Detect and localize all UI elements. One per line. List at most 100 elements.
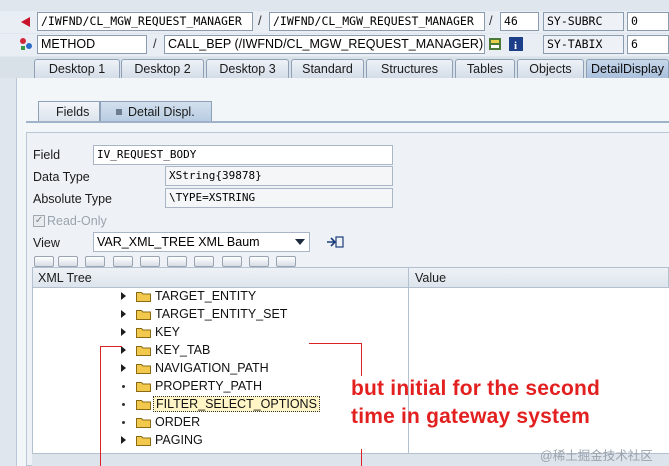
tree-node-label: FILTER_SELECT_OPTIONS: [153, 396, 320, 412]
tree-up-icon[interactable]: [167, 256, 187, 267]
expand-arrow-icon[interactable]: [121, 292, 126, 300]
tree-node-label: KEY: [155, 325, 181, 339]
tab-desktop-3[interactable]: Desktop 3: [206, 59, 289, 78]
tree-node[interactable]: KEY: [33, 324, 333, 342]
folder-icon: [136, 382, 151, 392]
variable-name-field[interactable]: SY-SUBRC: [543, 12, 624, 31]
info-icon[interactable]: i: [509, 37, 523, 52]
tree-node[interactable]: TARGET_ENTITY_SET: [33, 306, 333, 324]
annotation-frame-right: [361, 343, 362, 376]
annotation-frame-right-lower: [361, 449, 362, 466]
tab-standard[interactable]: Standard: [291, 59, 364, 78]
subtab-detail-label: Detail Displ.: [128, 105, 195, 119]
expand-arrow-icon[interactable]: [121, 310, 126, 318]
folder-icon: [136, 328, 151, 338]
annotation-frame-top-right: [309, 343, 361, 344]
tree-node-label: NAVIGATION_PATH: [155, 361, 269, 375]
variable-name-field-2[interactable]: SY-TABIX: [543, 35, 624, 54]
program-field[interactable]: /IWFND/CL_MGW_REQUEST_MANAGER: [37, 12, 253, 31]
expand-arrow-icon[interactable]: [121, 364, 126, 372]
value-column-header[interactable]: Value: [415, 271, 446, 285]
expand-arrow-icon[interactable]: [121, 328, 126, 336]
expand-view-icon[interactable]: [326, 235, 344, 249]
folder-icon: [136, 400, 151, 410]
subtab-baseline: [26, 121, 669, 123]
tree-expand-all-icon[interactable]: [34, 256, 54, 267]
left-margin: [0, 78, 16, 466]
folder-icon: [136, 346, 151, 356]
field-label: Field: [33, 148, 61, 162]
folder-icon: [136, 292, 151, 302]
tab-tables[interactable]: Tables: [455, 59, 515, 78]
view-label: View: [33, 236, 60, 250]
tree-export-icon[interactable]: [249, 256, 269, 267]
tree-node[interactable]: NAVIGATION_PATH: [33, 360, 333, 378]
expand-arrow-icon[interactable]: [121, 436, 126, 444]
leaf-dot-icon: [122, 403, 125, 406]
tree-node[interactable]: FILTER_SELECT_OPTIONS: [33, 396, 333, 414]
separator: /: [258, 13, 262, 28]
variable-value-field-2[interactable]: 6: [627, 35, 669, 54]
tab-objects[interactable]: Objects: [517, 59, 584, 78]
annotation-line-1: but initial for the second: [351, 377, 601, 400]
subtab-fields-label: Fields: [56, 105, 90, 119]
data-type-label: Data Type: [33, 170, 90, 184]
tree-find-next-icon[interactable]: [113, 256, 133, 267]
folder-icon: [136, 436, 151, 446]
leaf-dot-icon: [122, 421, 125, 424]
separator: /: [153, 36, 157, 51]
annotation-line-2: time in gateway system: [351, 405, 590, 428]
tree-node[interactable]: KEY_TAB: [33, 342, 333, 360]
square-bullet-icon: [116, 109, 122, 115]
tree-print-icon[interactable]: [276, 256, 296, 267]
tree-node[interactable]: PROPERTY_PATH: [33, 378, 333, 396]
tree-header: XML Tree Value: [32, 267, 669, 288]
read-only-checkbox[interactable]: ✓: [33, 215, 45, 227]
chevron-down-icon: [295, 239, 305, 245]
tree-node-label: KEY_TAB: [155, 343, 211, 357]
field-name-input[interactable]: IV_REQUEST_BODY: [93, 145, 393, 165]
variable-value-field[interactable]: 0: [627, 12, 669, 31]
tab-desktop-1[interactable]: Desktop 1: [34, 59, 120, 78]
tree-node[interactable]: TARGET_ENTITY: [33, 288, 333, 306]
include-field[interactable]: /IWFND/CL_MGW_REQUEST_MANAGER: [269, 12, 485, 31]
leaf-dot-icon: [122, 385, 125, 388]
data-type-value: XString{39878}: [165, 166, 393, 186]
subtab-detail-displ[interactable]: Detail Displ.: [100, 101, 212, 122]
tree-filter-icon[interactable]: [222, 256, 242, 267]
subtab-fields[interactable]: Fields: [38, 101, 100, 122]
separator: /: [489, 13, 493, 28]
expand-arrow-icon[interactable]: [121, 346, 126, 354]
view-dropdown[interactable]: VAR_XML_TREE XML Baum: [93, 232, 310, 252]
folder-icon: [136, 418, 151, 428]
annotation-text: but initial for the second time in gatew…: [351, 375, 600, 431]
absolute-type-label: Absolute Type: [33, 192, 112, 206]
line-number-field[interactable]: 46: [500, 12, 539, 31]
absolute-type-value: \TYPE=XSTRING: [165, 188, 393, 208]
tree-down-icon[interactable]: [194, 256, 214, 267]
xml-tree-column-header[interactable]: XML Tree: [38, 271, 92, 285]
tab-structures[interactable]: Structures: [366, 59, 453, 78]
method-icon: [19, 37, 33, 51]
tree-settings-icon[interactable]: [140, 256, 160, 267]
display-object-icon[interactable]: [488, 37, 502, 51]
tree-node-label: ORDER: [155, 415, 201, 429]
event-type-field[interactable]: METHOD: [37, 35, 147, 54]
view-dropdown-value: VAR_XML_TREE XML Baum: [97, 235, 260, 249]
tree-node[interactable]: PAGING: [33, 432, 333, 450]
folder-icon: [136, 310, 151, 320]
tree-find-icon[interactable]: [85, 256, 105, 267]
tab-desktop-2[interactable]: Desktop 2: [121, 59, 204, 78]
read-only-label: Read-Only: [47, 214, 107, 228]
event-name-field[interactable]: CALL_BEP (/IWFND/CL_MGW_REQUEST_MANAGER): [164, 35, 485, 54]
tree-node-label: TARGET_ENTITY: [155, 289, 257, 303]
desktop-tab-strip: Desktop 1 Desktop 2 Desktop 3 Standard S…: [0, 57, 669, 78]
tree-collapse-all-icon[interactable]: [58, 256, 78, 267]
breakpoint-arrow-icon: [19, 15, 33, 29]
annotation-frame-top-left: [100, 346, 122, 347]
folder-icon: [136, 364, 151, 374]
annotation-frame-left: [100, 346, 101, 466]
tree-node[interactable]: ORDER: [33, 414, 333, 432]
tab-detaildisplay[interactable]: DetailDisplay: [586, 59, 669, 78]
tree-node-label: PROPERTY_PATH: [155, 379, 262, 393]
